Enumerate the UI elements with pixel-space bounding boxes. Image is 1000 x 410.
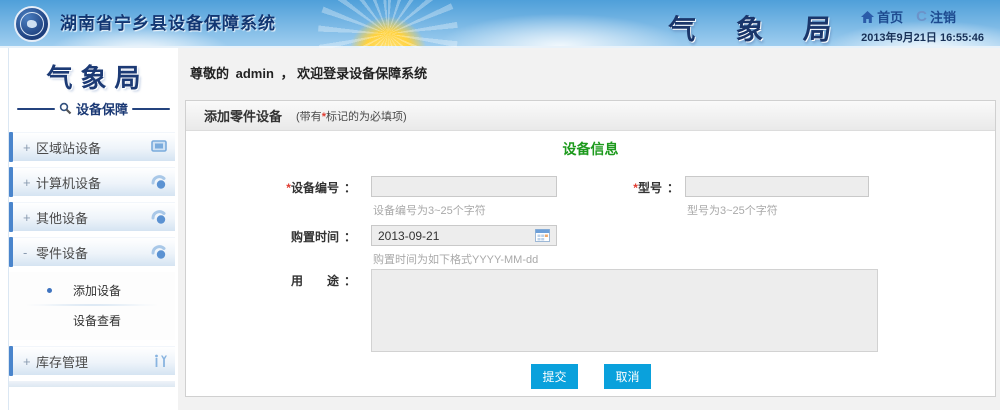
sidebar-brand-subtitle-row: 设备保障 (9, 99, 178, 118)
device-swoosh-icon (151, 210, 167, 225)
device-swoosh-icon (151, 175, 167, 190)
purchase-date-hint: 购置时间为如下格式YYYY-MM-dd (373, 251, 538, 267)
decorative-line-right (132, 108, 170, 110)
purchase-date-label: 购置时间： (226, 227, 356, 247)
model-input[interactable] (685, 176, 869, 197)
expand-plus-icon: + (23, 210, 36, 225)
welcome-message: 尊敬的 admin ， 欢迎登录设备保障系统 (178, 48, 1000, 82)
top-header: 湖南省宁乡县设备保障系统 气 象 局 首页 C 注销 2013年9月21日 16… (0, 0, 1000, 48)
logo-area: 湖南省宁乡县设备保障系统 (14, 5, 276, 43)
usage-textarea[interactable] (371, 269, 878, 352)
username: admin (236, 66, 274, 81)
datetime-display: 2013年9月21日 16:55:46 (861, 29, 984, 45)
magnifier-icon (59, 102, 72, 115)
usage-label: 用 途： (226, 271, 356, 291)
submenu-item-view-equipment[interactable]: 设备查看 (9, 308, 175, 332)
cancel-button[interactable]: 取消 (604, 364, 651, 389)
model-label: *型号： (566, 178, 679, 198)
calendar-icon[interactable] (535, 229, 550, 247)
tools-icon (153, 354, 167, 368)
sidebar-item-inventory-management[interactable]: + 库存管理 (9, 346, 175, 375)
sidebar-item-regional-station-equipment[interactable]: + 区域站设备 (9, 132, 175, 161)
sidebar-item-parts-equipment[interactable]: - 零件设备 (9, 237, 175, 266)
submenu-divider (27, 304, 157, 306)
decorative-line-left (17, 108, 55, 110)
submit-button[interactable]: 提交 (531, 364, 578, 389)
purchase-date-input[interactable] (371, 225, 557, 246)
sidebar: 气象局 设备保障 + 区域站设备 + 计算机设备 (0, 48, 178, 410)
panel-header: 添加零件设备 (带有*标记的为必填项) (186, 101, 995, 131)
expand-plus-icon: + (23, 354, 36, 369)
model-hint: 型号为3~25个字符 (687, 202, 778, 218)
logout-icon: C (916, 8, 927, 25)
home-link[interactable]: 首页 (861, 7, 903, 26)
bureau-title: 气 象 局 (667, 8, 850, 48)
logout-label: 注销 (930, 7, 956, 26)
expand-plus-icon: + (23, 140, 36, 155)
home-label: 首页 (877, 7, 903, 26)
sidebar-brand-subtitle: 设备保障 (76, 99, 128, 118)
parts-equipment-submenu: 添加设备 设备查看 (9, 272, 175, 340)
sidebar-menu: + 区域站设备 + 计算机设备 + 其他设备 (9, 132, 178, 387)
system-title: 湖南省宁乡县设备保障系统 (60, 5, 276, 43)
add-parts-equipment-panel: 添加零件设备 (带有*标记的为必填项) 设备信息 *设备编号： 设备编号为3~2… (185, 100, 996, 397)
home-icon (861, 11, 874, 23)
sidebar-brand-title: 气象局 (9, 58, 178, 95)
sidebar-bottom-edge (9, 381, 175, 387)
section-title-device-info: 设备信息 (186, 131, 995, 159)
expand-plus-icon: + (23, 175, 36, 190)
sidebar-item-computer-equipment[interactable]: + 计算机设备 (9, 167, 175, 196)
monitor-icon (151, 140, 167, 154)
panel-title: 添加零件设备 (204, 106, 282, 125)
panel-body: 设备信息 *设备编号： 设备编号为3~25个字符 *型号： 型号为3~25个字符… (186, 131, 995, 395)
collapse-minus-icon: - (23, 245, 36, 260)
device-no-hint: 设备编号为3~25个字符 (373, 202, 486, 218)
main-content: 尊敬的 admin ， 欢迎登录设备保障系统 添加零件设备 (带有*标记的为必填… (178, 48, 1000, 410)
device-no-label: *设备编号： (226, 178, 356, 198)
top-nav: 首页 C 注销 2013年9月21日 16:55:46 (861, 7, 984, 45)
sidebar-item-other-equipment[interactable]: + 其他设备 (9, 202, 175, 231)
bureau-seal-logo (14, 6, 50, 42)
required-fields-note: (带有*标记的为必填项) (296, 108, 407, 124)
device-no-input[interactable] (371, 176, 557, 197)
device-swoosh-icon (151, 245, 167, 260)
submenu-item-add-equipment[interactable]: 添加设备 (9, 278, 175, 302)
logout-link[interactable]: C 注销 (908, 7, 956, 26)
